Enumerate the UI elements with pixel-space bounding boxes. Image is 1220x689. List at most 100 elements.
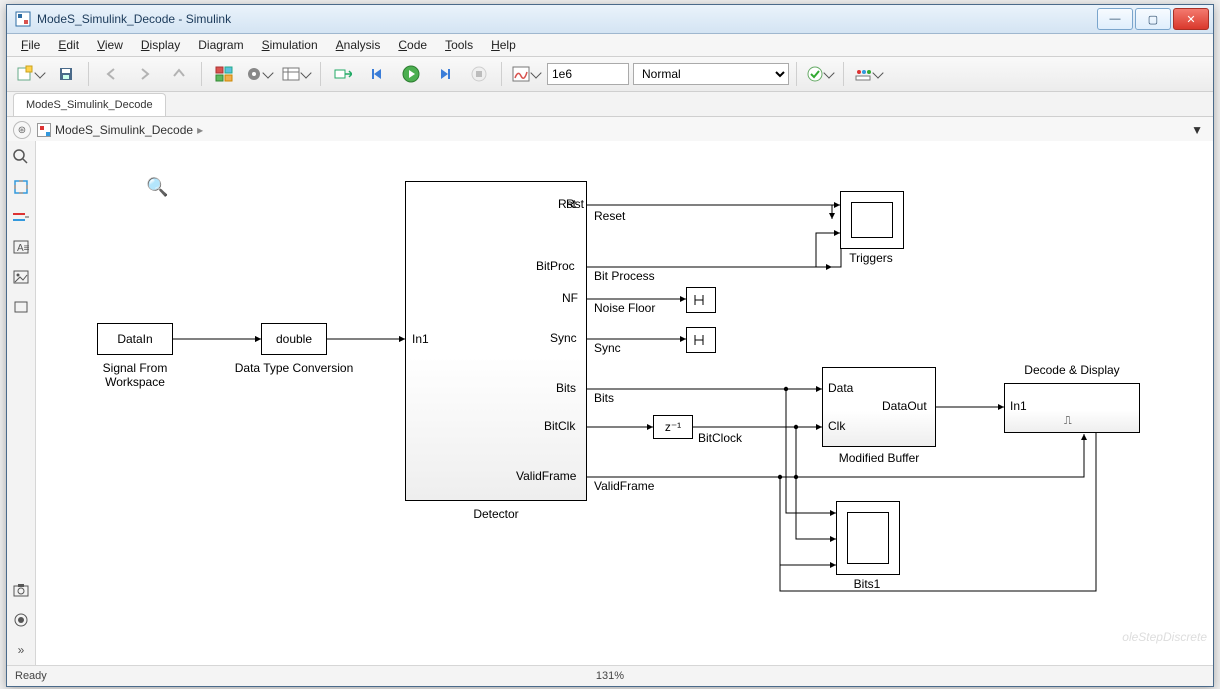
trigger-icon: ⎍ xyxy=(1064,415,1072,428)
toolbar: Normal xyxy=(7,57,1213,92)
label-decode-display: Decode & Display xyxy=(992,363,1152,377)
label-triggers: Triggers xyxy=(791,251,951,265)
dropdown-caret-icon[interactable]: ▼ xyxy=(1191,123,1203,137)
model-icon xyxy=(37,123,51,137)
menubar: File Edit View Display Diagram Simulatio… xyxy=(7,34,1213,57)
block-terminator-sync[interactable] xyxy=(686,327,716,353)
save-button[interactable] xyxy=(51,61,81,87)
chevron-right-icon: ▸ xyxy=(197,123,203,137)
breakpoints-button[interactable] xyxy=(851,61,885,87)
block-datain-text: DataIn xyxy=(117,332,152,346)
block-double-text: double xyxy=(276,332,312,346)
menu-help[interactable]: Help xyxy=(483,36,524,54)
minimize-button[interactable]: — xyxy=(1097,8,1133,30)
maximize-button[interactable]: ▢ xyxy=(1135,8,1171,30)
sig-sync: Sync xyxy=(594,341,621,355)
block-signal-from-workspace[interactable]: DataIn xyxy=(97,323,173,355)
forward-button[interactable] xyxy=(130,61,160,87)
image-button[interactable] xyxy=(11,267,31,287)
watermark: oleStepDiscrete xyxy=(1122,630,1207,644)
menu-display[interactable]: Display xyxy=(133,36,188,54)
label-signal-from-workspace: Signal From Workspace xyxy=(55,361,215,389)
canvas[interactable]: 🔍 xyxy=(36,141,1213,666)
breadcrumb-root-label: ModeS_Simulink_Decode xyxy=(55,123,193,137)
zoom-tool-button[interactable] xyxy=(11,147,31,167)
annotation-button[interactable]: A≡ xyxy=(11,237,31,257)
library-browser-button[interactable] xyxy=(209,61,239,87)
port-rst-lbl: Rst xyxy=(558,197,576,211)
port-modbuf-out: DataOut xyxy=(882,399,927,413)
label-detector: Detector xyxy=(416,507,576,521)
port-decode-in1: In1 xyxy=(1010,399,1027,413)
model-explorer-button[interactable] xyxy=(279,61,313,87)
step-back-button[interactable] xyxy=(362,61,392,87)
port-bitproc-lbl: BitProc xyxy=(536,259,575,273)
statusbar: Ready 131% xyxy=(7,665,1213,686)
menu-tools[interactable]: Tools xyxy=(437,36,481,54)
port-bitclk-lbl: BitClk xyxy=(544,419,575,433)
titlebar[interactable]: ModeS_Simulink_Decode - Simulink — ▢ ✕ xyxy=(7,5,1213,34)
up-button[interactable] xyxy=(164,61,194,87)
hide-navigator-button[interactable]: ⊛ xyxy=(13,121,31,139)
port-modbuf-data: Data xyxy=(828,381,853,395)
status-ready: Ready xyxy=(15,670,47,682)
sig-bits: Bits xyxy=(594,391,614,405)
port-sync-lbl: Sync xyxy=(550,331,577,345)
label-modified-buffer: Modified Buffer xyxy=(799,451,959,465)
menu-diagram[interactable]: Diagram xyxy=(190,36,251,54)
window-title: ModeS_Simulink_Decode - Simulink xyxy=(37,12,1097,26)
block-bits1-scope[interactable] xyxy=(836,501,900,575)
menu-code[interactable]: Code xyxy=(390,36,435,54)
sig-noisefloor: Noise Floor xyxy=(594,301,655,315)
record-button[interactable] xyxy=(11,610,31,630)
screenshot-button[interactable] xyxy=(11,580,31,600)
step-forward-button[interactable] xyxy=(430,61,460,87)
back-button[interactable] xyxy=(96,61,126,87)
model-config-button[interactable] xyxy=(243,61,275,87)
app-window: ModeS_Simulink_Decode - Simulink — ▢ ✕ F… xyxy=(6,4,1214,687)
block-terminator-nf[interactable] xyxy=(686,287,716,313)
close-button[interactable]: ✕ xyxy=(1173,8,1209,30)
palette: A≡ » xyxy=(7,141,36,666)
run-button[interactable] xyxy=(396,61,426,87)
port-validframe-lbl: ValidFrame xyxy=(516,469,576,483)
block-triggers-scope[interactable] xyxy=(840,191,904,249)
sig-reset: Reset xyxy=(594,209,625,223)
menu-view[interactable]: View xyxy=(89,36,131,54)
data-inspector-button[interactable] xyxy=(509,61,543,87)
label-bits1: Bits1 xyxy=(787,577,947,591)
breadcrumb-root[interactable]: ModeS_Simulink_Decode ▸ xyxy=(37,123,203,137)
block-data-type-conversion[interactable]: double xyxy=(261,323,327,355)
menu-edit[interactable]: Edit xyxy=(50,36,87,54)
sample-time-legend-button[interactable] xyxy=(11,207,31,227)
update-diagram-button[interactable] xyxy=(328,61,358,87)
port-bits-lbl: Bits xyxy=(556,381,576,395)
magnifier-icon: 🔍 xyxy=(146,177,168,198)
sig-validframe: ValidFrame xyxy=(594,479,654,493)
label-dtc: Data Type Conversion xyxy=(214,361,374,375)
area-button[interactable] xyxy=(11,297,31,317)
sig-bitclock: BitClock xyxy=(698,431,742,445)
app-icon xyxy=(15,11,31,27)
status-zoom: 131% xyxy=(596,670,624,682)
svg-text:A≡: A≡ xyxy=(17,243,29,254)
delay-text: z⁻¹ xyxy=(665,420,681,434)
expand-button[interactable]: » xyxy=(11,640,31,660)
stop-time-input[interactable] xyxy=(547,63,629,85)
fit-to-view-button[interactable] xyxy=(11,177,31,197)
menu-simulation[interactable]: Simulation xyxy=(254,36,326,54)
breadcrumb-bar: ⊛ ModeS_Simulink_Decode ▸ ▼ xyxy=(7,117,1213,144)
model-tab[interactable]: ModeS_Simulink_Decode xyxy=(13,93,166,116)
stop-button[interactable] xyxy=(464,61,494,87)
port-nf-lbl: NF xyxy=(562,291,578,305)
menu-file[interactable]: File xyxy=(13,36,48,54)
checkmark-button[interactable] xyxy=(804,61,836,87)
block-unit-delay[interactable]: z⁻¹ xyxy=(653,415,693,439)
port-in1: In1 xyxy=(412,332,429,346)
new-model-button[interactable] xyxy=(13,61,47,87)
port-modbuf-clk: Clk xyxy=(828,419,845,433)
simulation-mode-select[interactable]: Normal xyxy=(633,63,789,85)
sig-bitprocess: Bit Process xyxy=(594,269,655,283)
menu-analysis[interactable]: Analysis xyxy=(328,36,389,54)
tabstrip: ModeS_Simulink_Decode xyxy=(7,92,1213,117)
